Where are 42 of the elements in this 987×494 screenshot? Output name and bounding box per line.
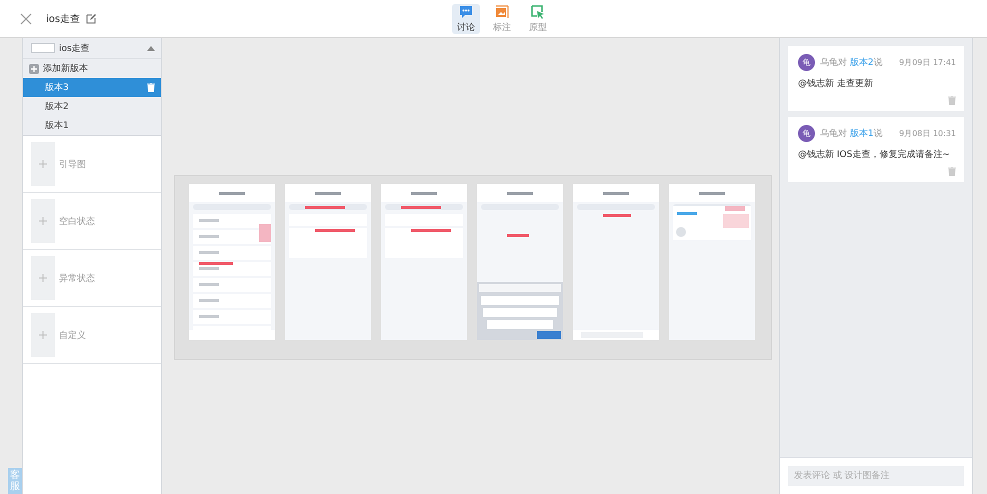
add-screen-placeholder[interactable] (31, 142, 55, 186)
toolbar-tab[interactable]: 讨论 (452, 4, 480, 34)
version-item[interactable]: 版本3 (23, 78, 161, 97)
add-screen-placeholder[interactable] (31, 313, 55, 357)
comment-time: 9月09日 17:41 (899, 57, 956, 68)
plus-icon (39, 274, 47, 282)
comment-author: 乌龟对 版本2说 (820, 56, 883, 69)
section-label: 引导图 (59, 158, 86, 170)
plus-icon (39, 331, 47, 339)
avatar: 龟 (798, 54, 815, 71)
project-thumbnail (31, 43, 55, 53)
version-link[interactable]: 版本1 (850, 129, 874, 139)
section-label: 空白状态 (59, 216, 95, 228)
version-item[interactable]: 版本2 (23, 97, 161, 116)
comment-input[interactable]: 发表评论 或 设计图备注 (788, 466, 964, 486)
project-title: ios走查 (46, 12, 80, 26)
avatar: 龟 (798, 125, 815, 142)
edit-icon[interactable] (86, 13, 98, 24)
comment-author: 乌龟对 版本1说 (820, 128, 883, 140)
toolbar-tab[interactable]: 标注 (488, 4, 516, 34)
plus-icon (39, 160, 47, 168)
add-screen-placeholder[interactable] (31, 256, 55, 300)
project-name: ios走查 (59, 42, 90, 54)
plus-icon (31, 66, 37, 72)
section-label: 异常状态 (59, 272, 95, 284)
comment-text: @钱志新 走查更新 (798, 78, 874, 90)
add-screen-placeholder[interactable] (31, 199, 55, 243)
version-item[interactable]: 版本1 (23, 116, 161, 135)
section-label: 自定义 (59, 330, 86, 342)
toolbar-tab[interactable]: 原型 (524, 4, 552, 34)
comment-time: 9月08日 10:31 (899, 128, 956, 139)
add-version-button[interactable]: 添加新版本 (23, 59, 161, 78)
image-ruler-icon (495, 4, 509, 18)
trash-icon[interactable] (948, 96, 956, 105)
plus-icon (39, 217, 47, 225)
version-link[interactable]: 版本2 (850, 58, 874, 68)
close-icon[interactable] (20, 12, 32, 24)
trash-icon[interactable] (948, 167, 956, 176)
caret-icon[interactable] (147, 46, 155, 50)
chat-bubble-icon (459, 4, 473, 18)
comment-text: @钱志新 IOS走查，修复完成请备注~ (798, 148, 951, 161)
cursor-frame-icon (531, 4, 545, 18)
